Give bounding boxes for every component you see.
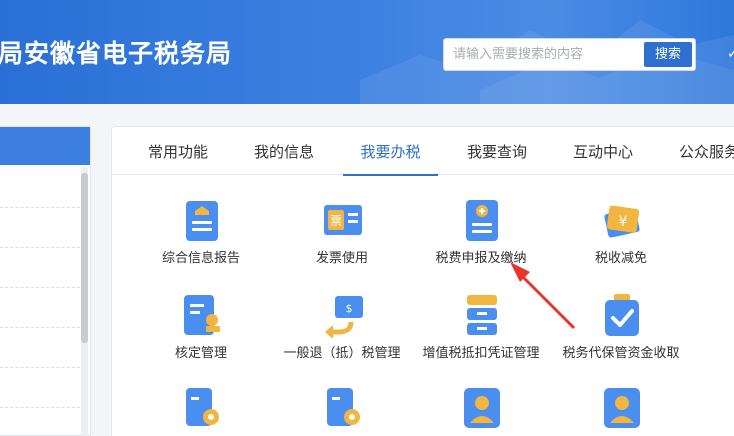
user-card-icon	[604, 388, 640, 428]
list-divider	[0, 207, 80, 208]
left-scrollbar[interactable]	[81, 167, 88, 436]
function-label: 一般退（抵）税管理	[283, 346, 401, 361]
svg-text:¥: ¥	[619, 214, 628, 230]
tab-bar: 常用功能 我的信息 我要办税 我要查询 互动中心 公众服务	[112, 127, 734, 176]
main-panel: 常用功能 我的信息 我要办税 我要查询 互动中心 公众服务 综合信息报告 票 发…	[111, 126, 734, 436]
list-divider	[0, 327, 80, 328]
function-label: 税收减免	[594, 251, 647, 266]
tax-declare-icon	[466, 200, 498, 241]
site-title: 局安徽省电子税务局	[0, 39, 233, 68]
report-icon	[186, 201, 218, 241]
header-overflow-glyph: ✓	[727, 46, 734, 62]
list-divider	[0, 247, 80, 248]
function-label: 税费申报及缴纳	[435, 251, 527, 266]
tab-public-service[interactable]: 公众服务	[669, 127, 734, 175]
search-box: 搜索	[443, 38, 696, 71]
left-sidebar	[0, 126, 91, 436]
document-gear-icon	[186, 388, 219, 426]
function-label: 综合信息报告	[161, 251, 240, 266]
approval-icon	[184, 295, 220, 335]
tab-query[interactable]: 我要查询	[457, 127, 537, 175]
list-divider	[0, 407, 80, 408]
function-label: 税务代保管资金收取	[562, 346, 680, 361]
search-input[interactable]	[444, 39, 643, 70]
svg-text:票: 票	[330, 214, 342, 228]
list-divider	[0, 367, 80, 368]
custody-fund-icon	[605, 294, 639, 336]
site-header: 局安徽省电子税务局 搜索 ✓	[0, 0, 734, 104]
tab-handle-tax[interactable]: 我要办税	[343, 127, 438, 176]
refund-icon: $	[325, 296, 363, 338]
search-button[interactable]: 搜索	[644, 42, 692, 67]
user-card-icon	[464, 388, 500, 428]
left-sidebar-header	[0, 127, 90, 165]
function-label: 发票使用	[315, 251, 368, 266]
scrollbar-thumb[interactable]	[81, 173, 88, 343]
list-divider	[0, 287, 80, 288]
invoice-icon: 票	[324, 205, 362, 235]
voucher-icon	[467, 295, 497, 335]
tax-relief-icon: ¥	[604, 205, 640, 238]
svg-text:$: $	[346, 302, 353, 315]
tab-interaction-center[interactable]: 互动中心	[563, 127, 643, 175]
tab-common-functions[interactable]: 常用功能	[138, 127, 218, 175]
function-label: 增值税抵扣凭证管理	[422, 346, 540, 361]
tab-my-info[interactable]: 我的信息	[244, 127, 324, 175]
function-label: 核定管理	[174, 346, 227, 361]
document-gear-icon	[327, 388, 360, 426]
